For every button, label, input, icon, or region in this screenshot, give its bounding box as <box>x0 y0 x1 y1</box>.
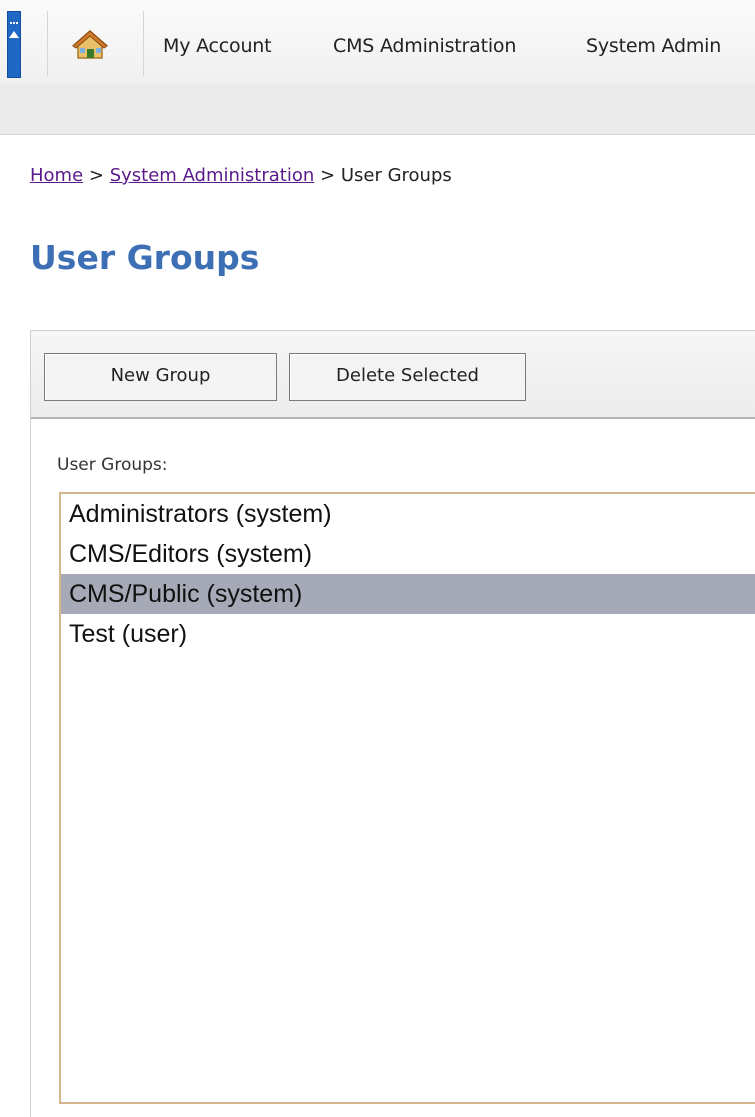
panel-toolbar: New Group Delete Selected <box>31 331 755 419</box>
breadcrumb-separator: > <box>320 165 336 186</box>
nav-item-my-account[interactable]: My Account <box>163 35 272 57</box>
user-groups-listbox[interactable]: Administrators (system) CMS/Editors (sys… <box>59 492 755 1104</box>
breadcrumb-home-link[interactable]: Home <box>30 165 83 186</box>
nav-item-cms-administration[interactable]: CMS Administration <box>333 35 516 57</box>
user-groups-label: User Groups: <box>57 455 168 475</box>
breadcrumb: Home > System Administration > User Grou… <box>30 165 452 186</box>
list-item-selected[interactable]: CMS/Public (system) <box>61 574 755 614</box>
list-item[interactable]: CMS/Editors (system) <box>61 534 755 574</box>
user-groups-panel: New Group Delete Selected User Groups: A… <box>30 330 755 1117</box>
list-item[interactable]: Administrators (system) <box>61 494 755 534</box>
new-group-button[interactable]: New Group <box>44 353 277 401</box>
top-navigation-bar: My Account CMS Administration System Adm… <box>0 0 755 85</box>
page-title: User Groups <box>30 238 260 277</box>
list-item[interactable]: Test (user) <box>61 614 755 654</box>
delete-selected-button[interactable]: Delete Selected <box>289 353 526 401</box>
up-arrow <box>9 31 19 38</box>
breadcrumb-current: User Groups <box>340 165 452 186</box>
nav-divider <box>143 11 144 76</box>
nav-item-system-admin[interactable]: System Admin <box>586 35 721 57</box>
breadcrumb-separator: > <box>88 165 104 186</box>
collapse-arrow-icon[interactable] <box>7 11 21 78</box>
home-icon[interactable] <box>70 28 110 62</box>
sub-navigation-bar <box>0 84 755 135</box>
nav-divider <box>47 11 48 76</box>
grip-dots <box>10 22 18 26</box>
breadcrumb-system-administration-link[interactable]: System Administration <box>110 165 315 186</box>
